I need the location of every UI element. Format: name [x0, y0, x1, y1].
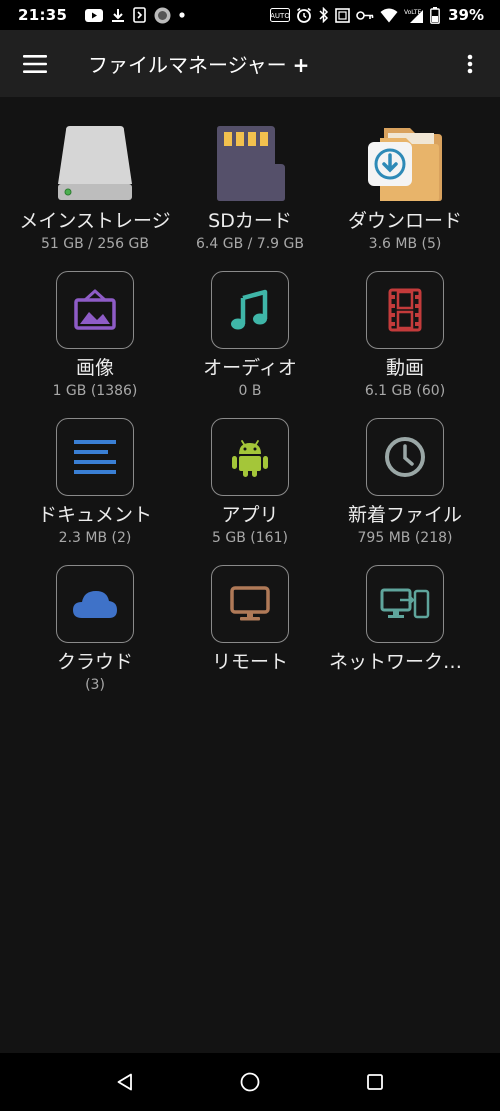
tile-sub: (3) [85, 677, 105, 693]
tile-download[interactable]: ダウンロード 3.6 MB (5) [325, 124, 485, 264]
tile-documents[interactable]: ドキュメント 2.3 MB (2) [15, 418, 175, 558]
tile-recent-files[interactable]: 新着ファイル 795 MB (218) [325, 418, 485, 558]
app-title-text: ファイルマネージャー [88, 53, 287, 77]
chat-icon [154, 7, 171, 24]
back-button[interactable] [96, 1053, 154, 1111]
tile-label: ダウンロード [347, 210, 462, 232]
tile-sub: 3.6 MB (5) [368, 236, 442, 252]
svg-text:AUTO: AUTO [270, 12, 290, 20]
tile-icon-box [211, 418, 289, 496]
dot-icon [179, 12, 185, 18]
tile-label: アプリ [221, 504, 279, 526]
wifi-icon [380, 8, 398, 23]
music-icon [231, 289, 268, 330]
tile-icon-box [211, 271, 289, 349]
tile-images[interactable]: 画像 1 GB (1386) [15, 271, 175, 411]
key-icon [356, 10, 374, 21]
tile-sd-card[interactable]: SDカード 6.4 GB / 7.9 GB [170, 124, 330, 264]
home-button[interactable] [221, 1053, 279, 1111]
tile-icon-box [366, 565, 444, 643]
hamburger-icon [23, 54, 47, 73]
recents-icon [367, 1074, 383, 1090]
back-icon [117, 1073, 132, 1091]
tile-icon-box [366, 271, 444, 349]
sd-card-icon [211, 124, 289, 202]
tile-audio[interactable]: オーディオ 0 B [170, 271, 330, 411]
image-icon [74, 289, 116, 330]
document-icon [74, 440, 116, 474]
app-bar: ファイルマネージャー + [0, 30, 500, 97]
network-access-icon [380, 588, 430, 619]
navigation-bar [0, 1053, 500, 1111]
tile-apps[interactable]: アプリ 5 GB (161) [170, 418, 330, 558]
tile-label: オーディオ [203, 357, 297, 379]
recents-button[interactable] [346, 1053, 404, 1111]
battery-icon [430, 6, 440, 24]
status-time: 21:35 [18, 6, 68, 24]
tile-cloud[interactable]: クラウド (3) [15, 565, 175, 705]
tile-label: ネットワークからアクセス [329, 651, 485, 673]
status-bar: 21:35 AUTO VoLTE 39% [0, 0, 500, 30]
internal-storage-icon [56, 124, 134, 202]
tile-label: ドキュメント [37, 504, 152, 526]
tile-sub: 5 GB (161) [212, 530, 288, 546]
tile-sub: 6.4 GB / 7.9 GB [196, 236, 304, 252]
tile-sub: 6.1 GB (60) [364, 383, 446, 399]
battery-percentage: 39% [448, 6, 484, 24]
tile-sub: 51 GB / 256 GB [41, 236, 149, 252]
tile-label: クラウド [56, 651, 133, 673]
app-title-plus: + [292, 53, 310, 77]
tile-label: SDカード [208, 210, 292, 232]
tile-label: 動画 [385, 357, 424, 379]
app-title: ファイルマネージャー + [88, 49, 309, 78]
screenshot-icon [335, 7, 350, 23]
tile-sub: 0 B [238, 383, 262, 399]
menu-button[interactable] [0, 30, 70, 97]
alarm-icon [296, 7, 312, 23]
tile-sub: 795 MB (218) [357, 530, 453, 546]
video-icon [388, 288, 422, 332]
download-icon [111, 8, 125, 23]
clock-icon [385, 437, 425, 477]
tile-sub: 2.3 MB (2) [58, 530, 132, 546]
bluetooth-icon [318, 7, 329, 23]
youtube-icon [85, 8, 104, 22]
tile-label: メインストレージ [19, 210, 171, 232]
auto-icon: AUTO [270, 8, 291, 22]
remote-monitor-icon [230, 586, 270, 621]
nfc-icon [133, 7, 147, 23]
android-icon [232, 440, 268, 477]
tile-label: リモート [211, 651, 288, 673]
tile-icon-box [56, 418, 134, 496]
tile-icon-box [56, 271, 134, 349]
tile-icon-box [56, 565, 134, 643]
tile-main-storage[interactable]: メインストレージ 51 GB / 256 GB [15, 124, 175, 264]
more-options-button[interactable] [450, 30, 490, 97]
tile-icon-box [211, 565, 289, 643]
download-folder-icon [366, 124, 444, 202]
tile-icon-box [366, 418, 444, 496]
tile-network-access[interactable]: ネットワークからアクセス [325, 565, 485, 705]
tile-sub: 1 GB (1386) [52, 383, 138, 399]
cloud-icon [73, 591, 117, 618]
lte-signal-icon: VoLTE [404, 7, 424, 24]
tile-video[interactable]: 動画 6.1 GB (60) [325, 271, 485, 411]
tile-remote[interactable]: リモート [170, 565, 330, 705]
tile-label: 画像 [75, 357, 114, 379]
more-vert-icon [467, 54, 473, 73]
tile-label: 新着ファイル [347, 504, 462, 526]
home-icon [240, 1072, 260, 1092]
